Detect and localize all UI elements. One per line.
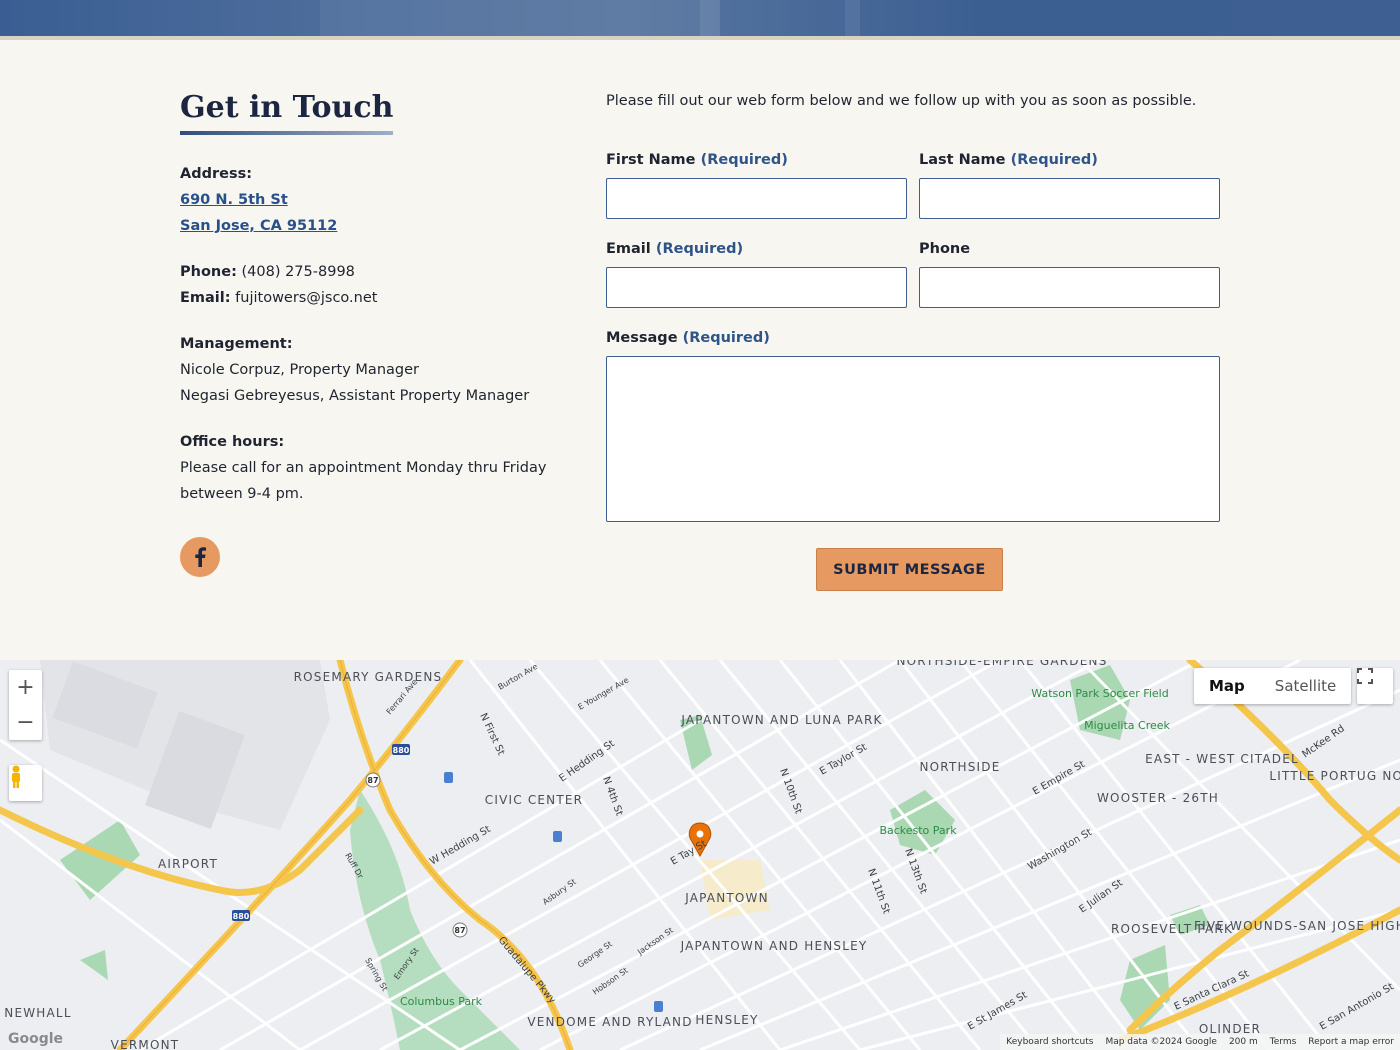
fullscreen-icon xyxy=(1357,668,1373,684)
street-label: Burton Ave xyxy=(497,662,540,692)
phone-input[interactable] xyxy=(919,267,1220,308)
office-hours-line2: between 9-4 pm. xyxy=(180,486,304,502)
park-label: Miguelita Creek xyxy=(1084,719,1170,732)
park-label: Backesto Park xyxy=(879,824,957,837)
highway-shield: 87 xyxy=(367,776,378,785)
park-label: Columbus Park xyxy=(400,995,483,1008)
highway-shield: 880 xyxy=(233,912,250,921)
phone-line: Phone: (408) 275-8998 xyxy=(180,259,550,285)
first-name-input[interactable] xyxy=(606,178,907,219)
highway-shield: 87 xyxy=(454,926,465,935)
address-line1-link[interactable]: 690 N. 5th St xyxy=(180,187,550,213)
phone-label: Phone xyxy=(919,241,971,257)
street-label: N First St xyxy=(477,712,506,758)
contact-form: Please fill out our web form below and w… xyxy=(606,90,1220,591)
map-data-attribution: Map data ©2024 Google xyxy=(1105,1037,1217,1047)
park-label: Watson Park Soccer Field xyxy=(1031,687,1168,700)
location-map[interactable]: ROSEMARY GARDENS CIVIC CENTER JAPANTOWN … xyxy=(0,660,1400,1050)
area-label: NORTHSIDE xyxy=(919,760,1000,774)
area-label: FIVE WOUNDS-SAN JOSE HIGH xyxy=(1194,919,1400,933)
zoom-in-button[interactable]: + xyxy=(16,675,34,700)
office-hours-label: Office hours: xyxy=(180,434,285,450)
area-label: AIRPORT xyxy=(158,857,218,871)
street-label: Guadalupe Pkwy xyxy=(496,935,558,1006)
last-name-label: Last Name (Required) xyxy=(919,152,1098,168)
manager-item: Negasi Gebreyesus, Assistant Property Ma… xyxy=(180,388,530,404)
first-name-label: First Name (Required) xyxy=(606,152,788,168)
area-label: NORTHSIDE-EMPIRE GARDENS xyxy=(896,660,1107,668)
map-footer: Keyboard shortcuts Map data ©2024 Google… xyxy=(1000,1034,1400,1050)
address-line2-link[interactable]: San Jose, CA 95112 xyxy=(180,213,550,239)
street-label: E Empire St xyxy=(1031,759,1087,798)
last-name-input[interactable] xyxy=(919,178,1220,219)
map-type-map-button[interactable]: Map xyxy=(1194,668,1260,704)
email-value: fujitowers@jsco.net xyxy=(235,290,378,306)
street-view-pegman-icon[interactable] xyxy=(9,765,42,801)
area-label: JAPANTOWN AND HENSLEY xyxy=(680,939,868,953)
area-label: NEWHALL xyxy=(4,1006,71,1020)
required-marker: (Required) xyxy=(682,330,770,346)
area-label: HENSLEY xyxy=(695,1013,758,1027)
facebook-icon xyxy=(195,547,206,567)
street-label: George St xyxy=(576,939,614,969)
submit-button[interactable]: SUBMIT MESSAGE xyxy=(816,548,1003,591)
email-label: Email (Required) xyxy=(606,241,744,257)
area-label: ROSEMARY GARDENS xyxy=(294,670,443,684)
contact-info: Get in Touch Address: 690 N. 5th St San … xyxy=(180,90,550,577)
google-logo: Google xyxy=(8,1031,64,1047)
map-type-control: Map Satellite xyxy=(1194,668,1352,704)
facebook-button[interactable] xyxy=(180,537,220,577)
form-intro: Please fill out our web form below and w… xyxy=(606,93,1197,109)
street-label: N 11th St xyxy=(865,867,891,915)
zoom-controls: + − xyxy=(9,670,42,740)
street-label: N 4th St xyxy=(600,775,624,817)
street-label: E Younger Ave xyxy=(577,675,631,711)
message-textarea[interactable] xyxy=(606,356,1220,522)
highway-shield: 880 xyxy=(393,746,410,755)
zoom-out-button[interactable]: − xyxy=(16,710,34,735)
area-label: WOOSTER - 26TH xyxy=(1097,791,1219,805)
hero-banner-strip xyxy=(0,0,1400,40)
manager-item: Nicole Corpuz, Property Manager xyxy=(180,362,419,378)
map-scale: 200 m xyxy=(1228,1037,1258,1047)
email-label: Email: xyxy=(180,290,231,306)
street-label: E San Antonio St xyxy=(1318,981,1396,1032)
area-label: VENDOME AND RYLAND xyxy=(527,1015,692,1029)
page-title: Get in Touch xyxy=(180,90,394,135)
required-marker: (Required) xyxy=(1010,152,1098,168)
keyboard-shortcuts-link[interactable]: Keyboard shortcuts xyxy=(1006,1037,1093,1047)
area-label: JAPANTOWN AND LUNA PARK xyxy=(680,713,882,727)
phone-value: (408) 275-8998 xyxy=(241,264,355,280)
map-canvas[interactable]: ROSEMARY GARDENS CIVIC CENTER JAPANTOWN … xyxy=(0,660,1400,1050)
required-marker: (Required) xyxy=(700,152,788,168)
map-type-satellite-button[interactable]: Satellite xyxy=(1260,668,1351,704)
terms-link[interactable]: Terms xyxy=(1270,1037,1297,1047)
email-input[interactable] xyxy=(606,267,907,308)
phone-label: Phone: xyxy=(180,264,237,280)
email-line: Email: fujitowers@jsco.net xyxy=(180,285,550,311)
area-label: JAPANTOWN xyxy=(684,891,769,905)
required-marker: (Required) xyxy=(655,241,744,257)
street-label: Asbury St xyxy=(541,877,578,906)
street-label: McKee Rd xyxy=(1300,723,1346,760)
area-label: CIVIC CENTER xyxy=(485,793,583,807)
area-label: EAST - WEST CITADEL xyxy=(1145,752,1299,766)
area-label: VERMONT xyxy=(111,1038,180,1050)
address-label: Address: xyxy=(180,166,253,182)
area-label: LITTLE PORTUG NORTH xyxy=(1269,769,1400,783)
management-label: Management: xyxy=(180,336,293,352)
office-hours-line1: Please call for an appointment Monday th… xyxy=(180,460,547,476)
fullscreen-button[interactable] xyxy=(1357,668,1393,704)
message-label: Message (Required) xyxy=(606,330,770,346)
report-map-error-link[interactable]: Report a map error xyxy=(1308,1037,1394,1047)
